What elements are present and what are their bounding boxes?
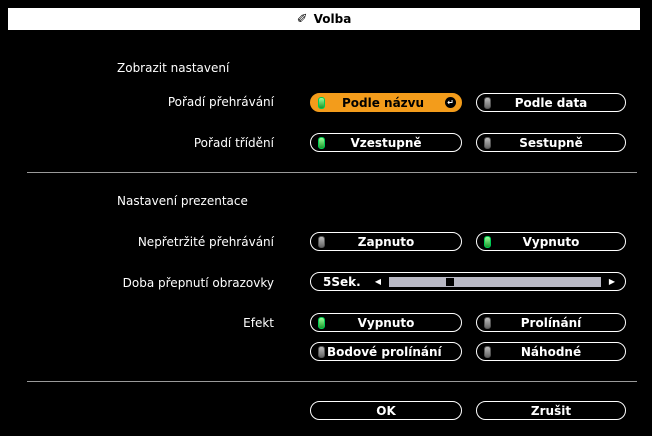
slideshow-settings-heading: Nastavení prezentace bbox=[117, 194, 248, 208]
continuous-play-label: Nepřetržité přehrávání bbox=[137, 235, 274, 249]
screen-switch-time-slider[interactable]: 5Sek. ◀ ▶ bbox=[310, 272, 626, 291]
led-indicator bbox=[484, 316, 491, 329]
led-indicator bbox=[318, 316, 325, 329]
led-indicator bbox=[484, 96, 491, 109]
button-label: OK bbox=[376, 403, 396, 418]
slider-track[interactable] bbox=[389, 276, 601, 287]
display-settings-heading: Zobrazit nastavení bbox=[117, 61, 230, 75]
button-label: Vzestupně bbox=[350, 135, 422, 150]
led-indicator bbox=[484, 235, 491, 248]
ok-button[interactable]: OK bbox=[310, 401, 462, 420]
led-indicator bbox=[318, 136, 325, 149]
play-order-by-name-button[interactable]: Podle názvu ↵ bbox=[310, 93, 462, 112]
button-label: Sestupně bbox=[519, 135, 583, 150]
footer-divider bbox=[27, 381, 637, 382]
slider-value: 5Sek. bbox=[323, 274, 361, 289]
button-label: Vypnuto bbox=[357, 315, 415, 330]
button-label: Zrušit bbox=[530, 403, 572, 418]
button-label: Zapnuto bbox=[357, 234, 415, 249]
continuous-play-off-button[interactable]: Vypnuto bbox=[476, 232, 626, 251]
sort-ascending-button[interactable]: Vzestupně bbox=[310, 133, 462, 152]
button-label: Podle názvu bbox=[341, 95, 425, 110]
dialog-title: Volba bbox=[313, 12, 352, 26]
led-indicator bbox=[484, 345, 491, 358]
effect-label: Efekt bbox=[243, 316, 274, 330]
play-order-by-date-button[interactable]: Podle data bbox=[476, 93, 626, 112]
title-bar: ✐ Volba bbox=[8, 8, 640, 30]
screen-switch-time-label: Doba přepnutí obrazovky bbox=[122, 276, 274, 290]
button-label: Bodové prolínání bbox=[327, 344, 442, 359]
slider-thumb[interactable] bbox=[446, 277, 455, 286]
effect-spot-dissolve-button[interactable]: Bodové prolínání bbox=[310, 342, 462, 361]
sort-descending-button[interactable]: Sestupně bbox=[476, 133, 626, 152]
arrow-left-icon[interactable]: ◀ bbox=[371, 277, 385, 286]
led-indicator bbox=[318, 235, 325, 248]
continuous-play-on-button[interactable]: Zapnuto bbox=[310, 232, 462, 251]
led-indicator bbox=[318, 96, 325, 109]
button-label: Náhodné bbox=[520, 344, 582, 359]
button-label: Podle data bbox=[514, 95, 588, 110]
button-label: Vypnuto bbox=[522, 234, 580, 249]
led-indicator bbox=[484, 136, 491, 149]
cancel-button[interactable]: Zrušit bbox=[476, 401, 626, 420]
tools-icon: ✐ bbox=[296, 11, 308, 27]
enter-icon: ↵ bbox=[445, 97, 456, 108]
button-label: Prolínání bbox=[520, 315, 582, 330]
effect-dissolve-button[interactable]: Prolínání bbox=[476, 313, 626, 332]
arrow-right-icon[interactable]: ▶ bbox=[605, 277, 619, 286]
effect-off-button[interactable]: Vypnuto bbox=[310, 313, 462, 332]
led-indicator bbox=[318, 345, 325, 358]
effect-random-button[interactable]: Náhodné bbox=[476, 342, 626, 361]
section-divider bbox=[27, 172, 637, 173]
sort-order-label: Pořadí třídění bbox=[193, 136, 274, 150]
play-order-label: Pořadí přehrávání bbox=[167, 95, 274, 109]
